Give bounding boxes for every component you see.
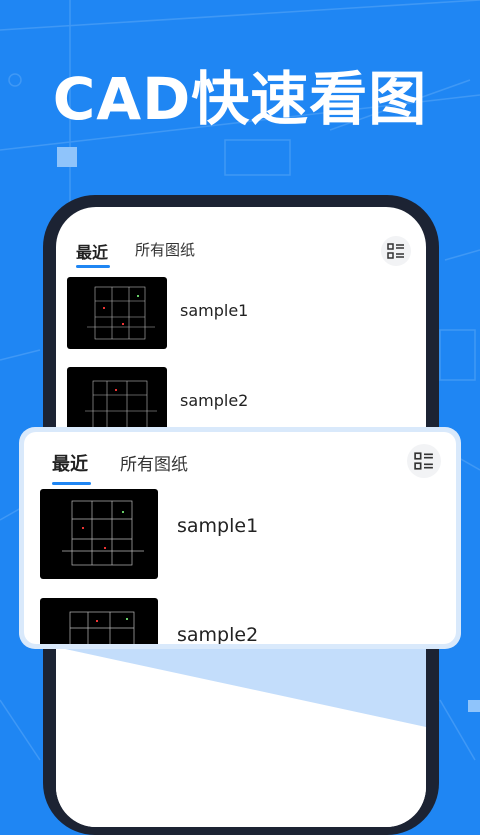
- app-headline: CAD快速看图: [52, 65, 428, 133]
- tab-recent[interactable]: 最近: [52, 450, 88, 476]
- view-toggle-button[interactable]: [407, 444, 441, 478]
- file-name: sample1: [177, 515, 259, 537]
- cad-drawing-thumbnail: [40, 489, 158, 579]
- zoom-card-content: 最近 所有图纸 sample1 sample2: [24, 432, 456, 644]
- cad-drawing-thumbnail: [40, 598, 158, 644]
- file-row-sample1[interactable]: sample1: [67, 277, 407, 349]
- active-tab-indicator: [76, 265, 110, 268]
- file-row-sample1[interactable]: sample1: [40, 489, 440, 579]
- file-name: sample2: [180, 391, 249, 410]
- zoom-card: 最近 所有图纸 sample1 sample2: [19, 427, 461, 649]
- list-view-icon: [414, 452, 433, 470]
- file-row-sample2[interactable]: sample2: [40, 598, 440, 644]
- cad-drawing-thumbnail: [67, 277, 167, 349]
- active-tab-indicator: [52, 482, 91, 485]
- tab-all-drawings[interactable]: 所有图纸: [120, 450, 188, 475]
- tab-recent[interactable]: 最近: [76, 239, 108, 263]
- view-toggle-button[interactable]: [381, 236, 411, 266]
- file-name: sample1: [180, 301, 249, 320]
- file-name: sample2: [177, 624, 259, 644]
- tab-all-drawings[interactable]: 所有图纸: [135, 239, 195, 260]
- list-view-icon: [387, 243, 404, 259]
